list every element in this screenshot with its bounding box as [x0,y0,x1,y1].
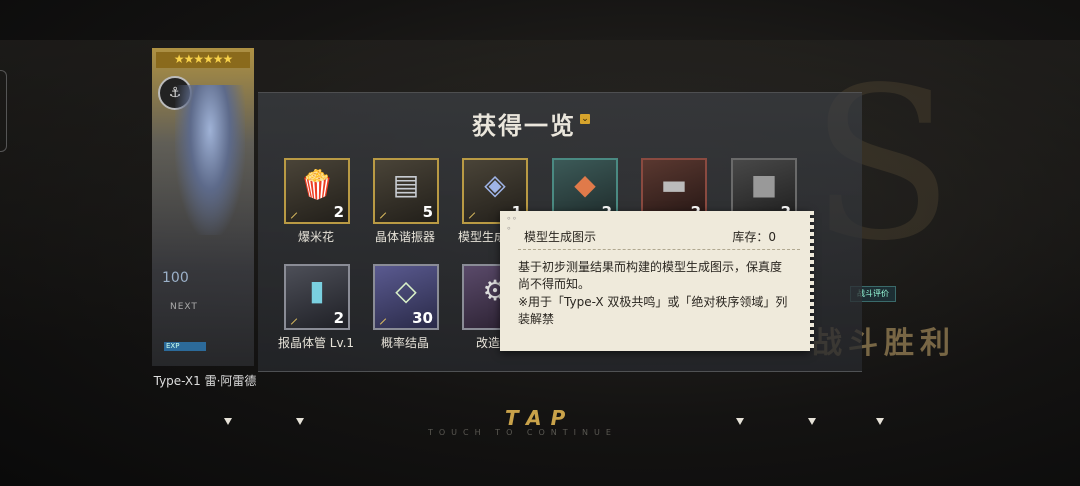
item-label: 晶体谐振器 [374,230,435,244]
next-level-label: NEXT [170,302,198,312]
corner-dots-icon: ∘∘ ∘ [506,214,518,234]
item-quantity: 2 [333,309,344,327]
item-slot[interactable]: ▮ 2 报晶体管 Lv.1 [278,264,354,351]
tooltip-usage: ※用于「Type-X 双极共鸣」或「绝对秩序领域」列装解禁 [518,295,788,326]
side-edge-tab[interactable] [0,70,7,152]
down-arrow-icon [296,418,304,425]
item-label: 爆米花 [297,230,334,244]
item-tooltip: ∘∘ ∘ 模型生成图示 库存：0 基于初步测量结果而构建的模型生成图示，保真度尚不… [500,211,814,351]
exp-bar: EXP [164,342,206,351]
tooltip-item-name: 模型生成图示 [524,230,597,244]
item-label: 概率结晶 [380,336,429,350]
character-level: 100 [162,270,189,286]
character-name: Type-X1 雷·阿雷德 [153,374,257,388]
down-arrow-icon [736,418,744,425]
item-label: 报晶体管 Lv.1 [277,336,355,350]
steel-bar-icon: ▬ [660,168,688,201]
tooltip-description: 基于初步测量结果而构建的模型生成图示，保真度尚不得而知。 [518,260,783,291]
chevron-down-icon[interactable]: ⌄ [580,114,590,124]
popcorn-icon: 🍿 [299,168,335,201]
item-slot[interactable]: ▤ 5 晶体谐振器 [373,158,439,245]
metal-block-icon: ■ [750,168,778,201]
down-arrow-icon [876,418,884,425]
tooltip-divider [518,249,800,250]
item-slot[interactable]: 🍿 2 爆米花 [284,158,350,245]
probability-crystal-icon: ◇ [395,274,417,307]
item-quantity: 2 [333,203,344,221]
tooltip-torn-edge [808,211,814,351]
resonator-icon: ▤ [392,168,420,201]
touch-to-continue: TOUCH TO CONTINUE [428,428,617,437]
down-arrow-icon [808,418,816,425]
model-diagram-icon: ◈ [484,168,506,201]
tap-prompt[interactable]: TAP [505,406,574,430]
character-portrait [175,85,245,235]
ore-icon: ◆ [574,168,596,201]
item-slot[interactable]: ◇ 30 概率结晶 [373,264,439,351]
rarity-stars: ★★★★★★ [156,52,250,68]
down-arrow-icon [224,418,232,425]
item-quantity: 30 [412,309,433,327]
tooltip-stock: 库存：0 [732,230,776,244]
transistor-icon: ▮ [309,274,325,307]
panel-title: 获得一览 [472,112,576,140]
item-quantity: 5 [422,203,433,221]
